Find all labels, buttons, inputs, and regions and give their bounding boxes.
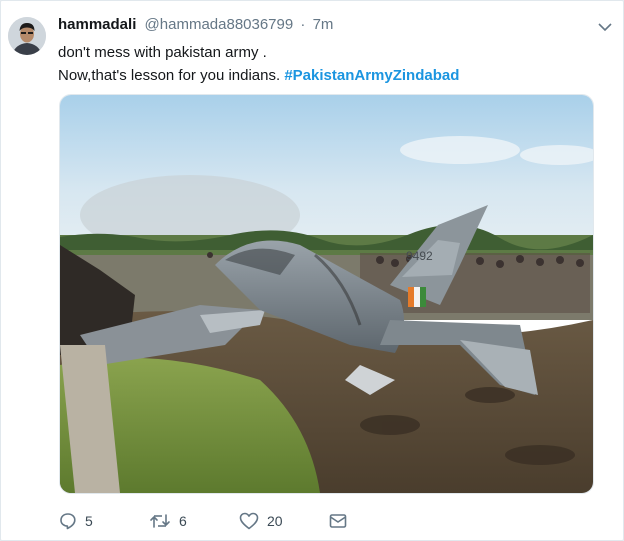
timestamp[interactable]: 7m [313, 16, 334, 33]
avatar-image [8, 17, 46, 55]
crash-photo: 9492 [60, 95, 593, 493]
retweet-icon [150, 514, 170, 528]
reply-icon [60, 513, 76, 530]
reply-button[interactable]: 5 [59, 508, 93, 534]
hashtag-link[interactable]: #PakistanArmyZindabad [284, 67, 459, 84]
tweet-header: hammadali @hammada88036799 · 7m [58, 16, 333, 33]
display-name[interactable]: hammadali [58, 16, 136, 33]
avatar[interactable] [8, 17, 46, 55]
retweet-button[interactable]: 6 [149, 508, 187, 534]
tweet-photo[interactable]: 9492 [59, 94, 594, 494]
like-count: 20 [267, 513, 283, 529]
tweet-text-line-2: Now,that's lesson for you indians. #Paki… [58, 64, 459, 87]
tweet-text: don't mess with pakistan army . Now,that… [58, 41, 459, 87]
tweet-text-line-1: don't mess with pakistan army . [58, 44, 267, 61]
tweet-card[interactable]: hammadali @hammada88036799 · 7m don't me… [0, 0, 624, 541]
retweet-count: 6 [179, 513, 187, 529]
aircraft-tail-number: 9492 [406, 249, 433, 263]
chevron-down-icon[interactable] [597, 19, 613, 35]
envelope-icon [329, 514, 347, 528]
heart-icon [239, 512, 259, 530]
separator-dot: · [300, 16, 306, 33]
like-button[interactable]: 20 [239, 508, 283, 534]
user-handle[interactable]: @hammada88036799 [145, 16, 294, 33]
tweet-text-line-2-body: Now,that's lesson for you indians. [58, 67, 281, 84]
direct-message-button[interactable] [329, 508, 347, 534]
reply-count: 5 [85, 513, 93, 529]
